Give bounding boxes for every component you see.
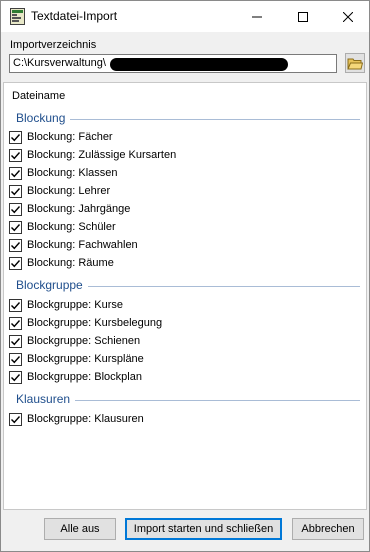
checkmark-icon [11,241,21,249]
list-item-label: Blockgruppe: Kurspläne [27,353,144,365]
checkmark-icon [11,259,21,267]
all-off-button[interactable]: Alle aus [44,518,116,540]
list-item[interactable]: Blockgruppe: Kurspläne [9,351,144,367]
browse-folder-button[interactable] [345,53,365,73]
checkmark-icon [11,223,21,231]
checkmark-icon [11,373,21,381]
checkmark-icon [11,187,21,195]
checkmark-icon [11,133,21,141]
list-item[interactable]: Blockung: Klassen [9,165,118,181]
checkbox[interactable] [9,238,22,252]
list-item-label: Blockung: Zulässige Kursarten [27,149,177,161]
list-item[interactable]: Blockgruppe: Schienen [9,333,140,349]
file-list-panel: Dateiname Blockung Blockung: Fächer Blocku… [3,82,367,510]
start-import-button[interactable]: Import starten und schließen [125,518,282,540]
maximize-button[interactable] [280,1,326,32]
list-item-label: Blockung: Räume [27,257,114,269]
list-item-label: Blockgruppe: Kursbelegung [27,317,163,329]
checkbox[interactable] [9,256,22,270]
list-item[interactable]: Blockgruppe: Kursbelegung [9,315,162,331]
list-item[interactable]: Blockgruppe: Klausuren [9,411,144,427]
list-item-label: Blockung: Fachwahlen [27,239,138,251]
group-divider [75,400,360,401]
list-item[interactable]: Blockgruppe: Kurse [9,297,123,313]
checkbox[interactable] [9,148,22,162]
list-item-label: Blockung: Lehrer [27,185,111,197]
list-item[interactable]: Blockung: Jahrgänge [9,201,130,217]
checkbox[interactable] [9,316,22,330]
checkbox[interactable] [9,412,22,426]
list-item[interactable]: Blockung: Lehrer [9,183,110,199]
minimize-icon [252,16,262,17]
checkbox[interactable] [9,298,22,312]
checkbox[interactable] [9,370,22,384]
folder-icon [347,58,363,69]
list-item-label: Blockgruppe: Kurse [27,299,123,311]
import-directory-input[interactable]: C:\Kursverwaltung\ [9,54,337,73]
list-item-label: Blockung: Fächer [27,131,113,143]
list-item[interactable]: Blockgruppe: Blockplan [9,369,142,385]
checkbox[interactable] [9,130,22,144]
checkmark-icon [11,301,21,309]
checkmark-icon [11,319,21,327]
list-item[interactable]: Blockung: Zulässige Kursarten [9,147,176,163]
checkmark-icon [11,337,21,345]
list-item-label: Blockung: Jahrgänge [27,203,131,215]
close-button[interactable] [325,1,370,32]
app-icon [10,8,25,25]
import-dialog: Textdatei-Import Importverzeichnis C:\Ku… [0,0,370,552]
list-item[interactable]: Blockung: Schüler [9,219,116,235]
import-directory-value: C:\Kursverwaltung\ [13,57,106,69]
list-item[interactable]: Blockung: Räume [9,255,114,271]
list-item-label: Blockung: Klassen [27,167,118,179]
list-item-label: Blockgruppe: Klausuren [27,413,144,425]
close-icon [343,11,353,22]
list-item[interactable]: Blockung: Fächer [9,129,113,145]
import-directory-label: Importverzeichnis [10,39,97,51]
checkbox[interactable] [9,220,22,234]
checkbox[interactable] [9,352,22,366]
window-title: Textdatei-Import [31,9,118,23]
checkmark-icon [11,151,21,159]
checkbox[interactable] [9,202,22,216]
checkbox[interactable] [9,334,22,348]
list-item-label: Blockung: Schüler [27,221,116,233]
group-title: Blockung [16,111,66,125]
group-title: Klausuren [16,392,71,406]
list-item-label: Blockgruppe: Blockplan [27,371,142,383]
group-title: Blockgruppe [16,278,83,292]
list-item-label: Blockgruppe: Schienen [27,335,141,347]
checkbox[interactable] [9,184,22,198]
checkmark-icon [11,205,21,213]
checkmark-icon [11,415,21,423]
checkmark-icon [11,169,21,177]
maximize-icon [298,11,308,22]
redaction-bar [110,58,288,71]
cancel-button[interactable]: Abbrechen [292,518,364,540]
checkmark-icon [11,355,21,363]
list-item[interactable]: Blockung: Fachwahlen [9,237,138,253]
minimize-button[interactable] [234,1,280,32]
checkbox[interactable] [9,166,22,180]
title-bar: Textdatei-Import [1,1,369,32]
group-divider [88,286,360,287]
group-divider [70,119,360,120]
column-header-filename: Dateiname [12,90,66,102]
